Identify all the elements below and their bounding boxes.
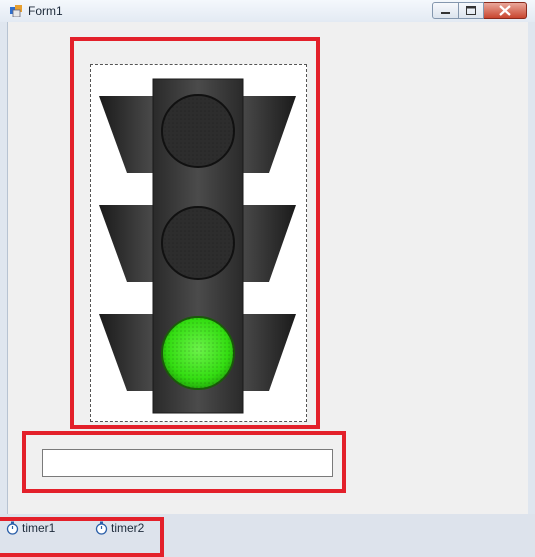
window-controls: [432, 2, 527, 19]
highlight-textbox: [22, 431, 346, 493]
minimize-icon: [441, 12, 450, 14]
window-title: Form1: [28, 4, 63, 18]
form-app-icon: [10, 5, 22, 17]
minimize-button[interactable]: [432, 2, 459, 19]
highlight-picturebox: [70, 37, 320, 429]
timer1-component[interactable]: timer1: [6, 521, 55, 535]
window-border: [528, 22, 535, 514]
maximize-button[interactable]: [459, 2, 484, 19]
timer2-label: timer2: [111, 521, 145, 535]
timer1-label: timer1: [22, 521, 56, 535]
title-bar[interactable]: Form1: [0, 0, 535, 22]
stopwatch-icon: [6, 521, 19, 535]
maximize-icon: [466, 6, 476, 15]
stopwatch-icon: [95, 521, 108, 535]
timer2-component[interactable]: timer2: [95, 521, 144, 535]
close-icon: [499, 5, 511, 16]
close-button[interactable]: [484, 2, 527, 19]
